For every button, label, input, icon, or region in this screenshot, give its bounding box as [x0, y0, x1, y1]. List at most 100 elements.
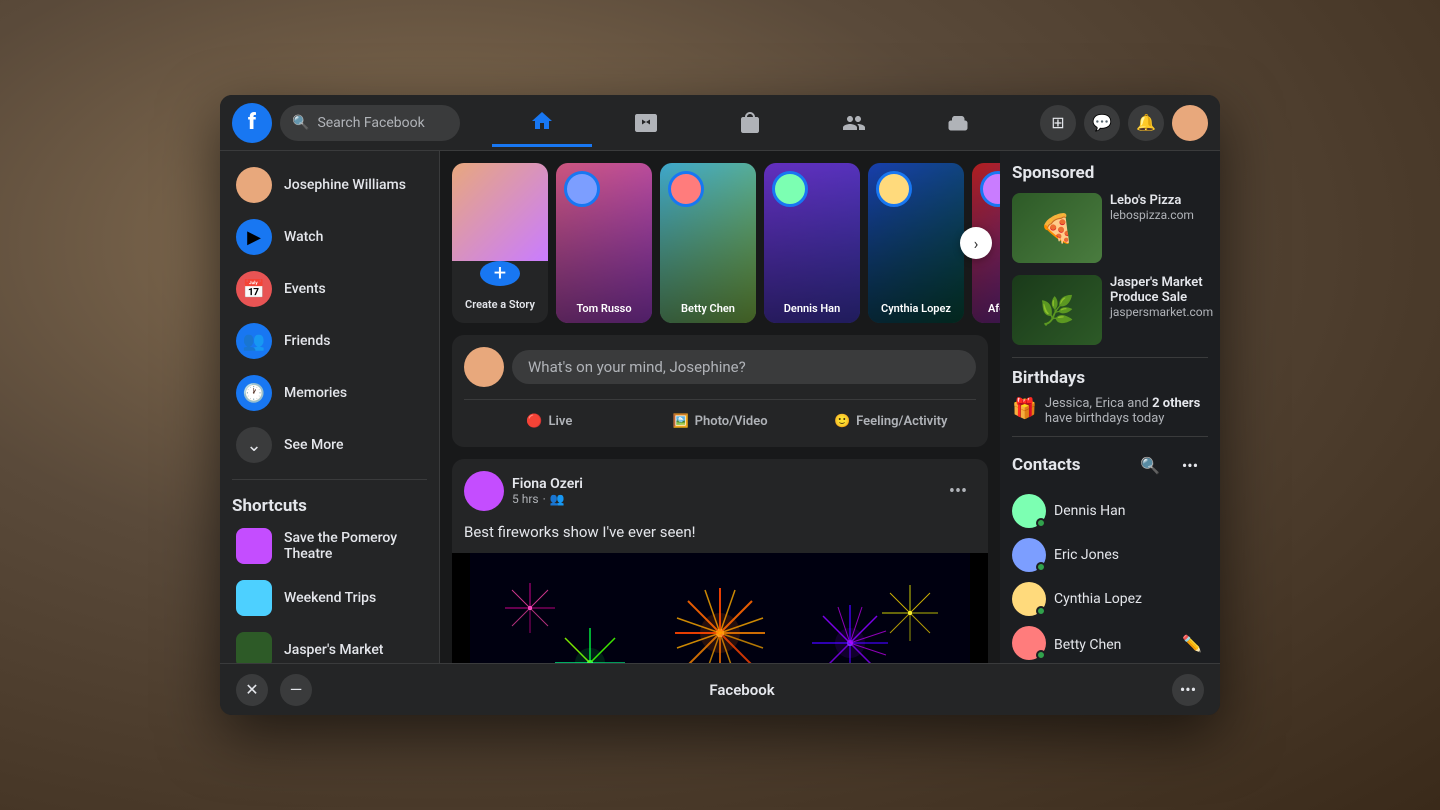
friends-icon: 👥 [236, 323, 272, 359]
photo-video-button[interactable]: 🖼️ Photo/Video [635, 408, 806, 435]
jaspers-thumb [236, 632, 272, 663]
facebook-logo[interactable]: f [232, 103, 272, 143]
sidebar-item-memories[interactable]: 🕐 Memories [224, 367, 435, 419]
birthday-text: Jessica, Erica and 2 others have birthda… [1045, 396, 1208, 426]
birthday-item: 🎁 Jessica, Erica and 2 others have birth… [1012, 396, 1208, 426]
sidebar: Josephine Williams ▶ Watch 📅 Events 👥 Fr… [220, 151, 440, 663]
birthday-text-suffix: have birthdays today [1045, 411, 1164, 426]
post-time: 5 hrs [512, 492, 539, 506]
betty-chen-name: Betty Chen [1054, 637, 1121, 653]
post-shared-icon: 👥 [550, 492, 565, 506]
betty-avatar [668, 171, 704, 207]
eric-jones-name: Eric Jones [1054, 547, 1119, 563]
birthday-highlight: 2 others [1152, 396, 1200, 411]
ad-jaspers-market[interactable]: 🌿 Jasper's Market Produce Sale jaspersma… [1012, 275, 1208, 345]
lebos-pizza-name: Lebo's Pizza [1110, 193, 1208, 208]
search-box[interactable]: 🔍 Search Facebook [280, 105, 460, 141]
story-betty-chen[interactable]: Betty Chen [660, 163, 756, 323]
sidebar-item-watch[interactable]: ▶ Watch [224, 211, 435, 263]
post-more-button[interactable]: ••• [940, 473, 976, 509]
weekend-thumb [236, 580, 272, 616]
sidebar-item-events[interactable]: 📅 Events [224, 263, 435, 315]
cynthia-online-dot [1036, 606, 1046, 616]
memories-icon: 🕐 [236, 375, 272, 411]
tab-marketplace[interactable] [700, 99, 800, 147]
contacts-title: Contacts [1012, 455, 1132, 475]
watch-icon: ▶ [236, 219, 272, 255]
sidebar-item-friends[interactable]: 👥 Friends [224, 315, 435, 367]
eric-jones-avatar [1012, 538, 1046, 572]
contacts-more-button[interactable]: ••• [1172, 447, 1208, 483]
jaspers-market-url: jaspersmarket.com [1110, 305, 1213, 319]
photo-label: Photo/Video [695, 414, 768, 429]
bottom-close-button[interactable]: ✕ [236, 674, 268, 706]
story-dennis-han[interactable]: Dennis Han [764, 163, 860, 323]
tab-gaming[interactable] [908, 99, 1008, 147]
sponsored-title: Sponsored [1012, 163, 1208, 183]
notifications-button[interactable]: 🔔 [1128, 105, 1164, 141]
compose-button[interactable]: ✏️ [1176, 627, 1208, 659]
nav-right: ⊞ 💬 🔔 [1040, 105, 1208, 141]
contacts-actions: 🔍 ••• [1132, 447, 1208, 483]
search-label: Search Facebook [317, 115, 424, 131]
dennis-han-avatar [1012, 494, 1046, 528]
story-cynthia-lopez[interactable]: Cynthia Lopez [868, 163, 964, 323]
contact-betty-chen[interactable]: Betty Chen ✏️ [1012, 621, 1208, 663]
shortcut-jaspers-label: Jasper's Market [284, 642, 383, 658]
feeling-icon: 🙂 [834, 414, 850, 429]
apps-button[interactable]: ⊞ [1040, 105, 1076, 141]
story-tom-russo[interactable]: Tom Russo [556, 163, 652, 323]
afonso-pinto-label: Afonso Pinto [972, 302, 1000, 315]
live-button[interactable]: 🔴 Live [464, 408, 635, 435]
stories-row: + Create a Story Tom Russo Betty Chen [452, 163, 988, 323]
post-box: What's on your mind, Josephine? 🔴 Live 🖼… [452, 335, 988, 447]
feed-post: Fiona Ozeri 5 hrs · 👥 ••• Best fireworks… [452, 459, 988, 663]
contacts-search-button[interactable]: 🔍 [1132, 447, 1168, 483]
sidebar-shortcut-weekend[interactable]: Weekend Trips [224, 572, 435, 624]
post-meta: 5 hrs · 👥 [512, 492, 932, 506]
ad-lebos-pizza[interactable]: 🍕 Lebo's Pizza lebospizza.com [1012, 193, 1208, 263]
profile-avatar[interactable] [1172, 105, 1208, 141]
lebos-pizza-thumb: 🍕 [1012, 193, 1102, 263]
contact-dennis-han[interactable]: Dennis Han [1012, 489, 1208, 533]
betty-chen-label: Betty Chen [660, 302, 756, 315]
stories-next-button[interactable]: › [960, 227, 992, 259]
birthday-icon: 🎁 [1012, 396, 1037, 420]
cynthia-avatar [876, 171, 912, 207]
tom-russo-label: Tom Russo [556, 302, 652, 315]
see-more-nav-icon: ⌄ [236, 427, 272, 463]
tab-home[interactable] [492, 99, 592, 147]
fiona-avatar [464, 471, 504, 511]
dennis-han-label: Dennis Han [764, 302, 860, 315]
ad-info-lebos: Lebo's Pizza lebospizza.com [1110, 193, 1208, 263]
tab-watch[interactable] [596, 99, 696, 147]
more-icon: ••• [1180, 680, 1196, 699]
create-story-card[interactable]: + Create a Story [452, 163, 548, 323]
sidebar-see-more-label: See More [284, 437, 343, 453]
tab-groups[interactable] [804, 99, 904, 147]
sidebar-watch-label: Watch [284, 229, 323, 245]
post-input[interactable]: What's on your mind, Josephine? [512, 350, 976, 384]
right-panel: Sponsored 🍕 Lebo's Pizza lebospizza.com … [1000, 151, 1220, 663]
messenger-button[interactable]: 💬 [1084, 105, 1120, 141]
birthdays-title: Birthdays [1012, 368, 1208, 388]
feeling-button[interactable]: 🙂 Feeling/Activity [805, 408, 976, 435]
contact-eric-jones[interactable]: Eric Jones [1012, 533, 1208, 577]
sidebar-item-user[interactable]: Josephine Williams [224, 159, 435, 211]
sidebar-events-label: Events [284, 281, 326, 297]
eric-online-dot [1036, 562, 1046, 572]
jaspers-market-name: Jasper's Market Produce Sale [1110, 275, 1213, 305]
post-input-row: What's on your mind, Josephine? [464, 347, 976, 387]
bottom-more-button[interactable]: ••• [1172, 674, 1204, 706]
bottom-bar: ✕ — Facebook ••• [220, 663, 1220, 715]
sidebar-friends-label: Friends [284, 333, 330, 349]
post-image [452, 553, 988, 663]
contact-cynthia-lopez[interactable]: Cynthia Lopez [1012, 577, 1208, 621]
stories-container: + Create a Story Tom Russo Betty Chen [452, 163, 988, 323]
sidebar-shortcut-jaspers[interactable]: Jasper's Market [224, 624, 435, 663]
cynthia-lopez-avatar [1012, 582, 1046, 616]
sidebar-shortcut-pomeroy[interactable]: Save the Pomeroy Theatre [224, 520, 435, 572]
bottom-minimize-button[interactable]: — [280, 674, 312, 706]
post-text: Best fireworks show I've ever seen! [452, 523, 988, 553]
sidebar-see-more-nav[interactable]: ⌄ See More [224, 419, 435, 471]
